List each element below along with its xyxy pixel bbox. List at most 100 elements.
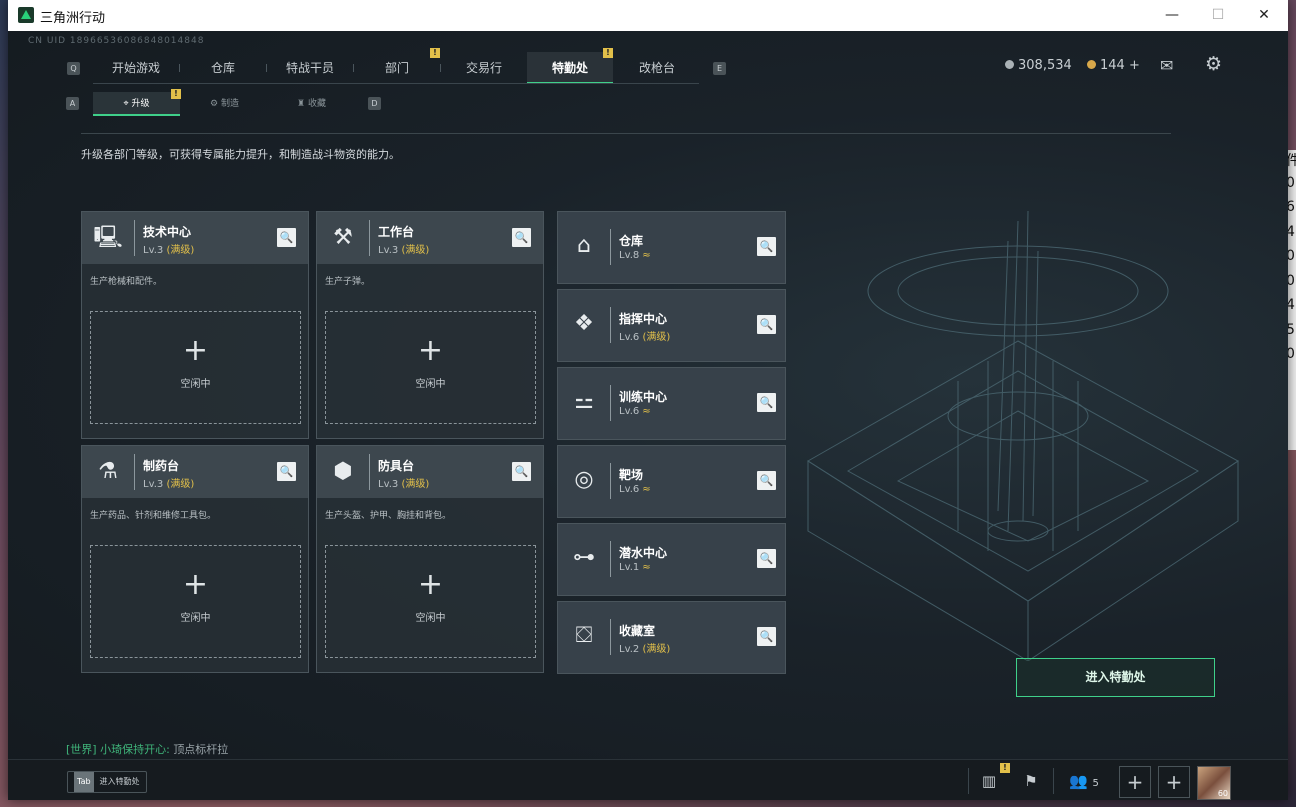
facility-level: Lv.8 ≈ bbox=[619, 250, 651, 261]
tab-trading[interactable]: 交易行 bbox=[441, 52, 527, 84]
facility-card-training-center[interactable]: ⚍ 训练中心 Lv.6 ≈ 🔍 bbox=[557, 367, 786, 440]
close-button[interactable]: ✕ bbox=[1241, 0, 1287, 31]
add-teammate-button[interactable]: + bbox=[1158, 766, 1190, 798]
tab-special-ops[interactable]: 特勤处 bbox=[527, 52, 613, 84]
maximize-button[interactable]: ☐ bbox=[1195, 0, 1241, 31]
facility-name: 技术中心 bbox=[143, 225, 192, 239]
max-level-tag: (满级) bbox=[166, 245, 195, 256]
facility-level: Lv.6 ≈ bbox=[619, 406, 651, 417]
facility-level: Lv.3 (满级) bbox=[143, 475, 194, 490]
tab-shortcut-label: 进入特勤处 bbox=[99, 777, 140, 786]
coin-icon bbox=[1005, 60, 1014, 69]
card-divider bbox=[610, 619, 611, 655]
world-chat[interactable]: [世界] 小琦保持开心: 顶点标杆拉 bbox=[66, 741, 228, 757]
flag-icon[interactable]: ⚑ bbox=[1016, 766, 1046, 796]
card-divider bbox=[610, 463, 611, 499]
nav-underline bbox=[93, 83, 699, 84]
page-description: 升级各部门等级，可获得专属能力提升，和制造战斗物资的能力。 bbox=[81, 148, 400, 161]
nav-next-key[interactable]: E bbox=[713, 62, 726, 75]
production-slot[interactable]: + 空闲中 bbox=[325, 311, 536, 424]
facility-card-diving-center[interactable]: ⊶ 潜水中心 Lv.1 ≈ 🔍 bbox=[557, 523, 786, 596]
add-teammate-button[interactable]: + bbox=[1119, 766, 1151, 798]
upgrade-available-icon: ≈ bbox=[642, 562, 651, 573]
tab-key: Tab bbox=[74, 772, 94, 792]
tab-start-game[interactable]: 开始游戏 bbox=[93, 52, 179, 84]
card-divider bbox=[610, 385, 611, 421]
facility-card-tech-center[interactable]: 🖳 技术中心 Lv.3 (满级) 🔍 生产枪械和配件。 + 空闲中 bbox=[81, 211, 309, 439]
card-divider bbox=[610, 541, 611, 577]
facility-card-command-center[interactable]: ❖ 指挥中心 Lv.6 (满级) 🔍 bbox=[557, 289, 786, 362]
search-icon[interactable]: 🔍 bbox=[277, 462, 296, 481]
tab-department[interactable]: 部门 bbox=[354, 52, 440, 84]
production-slot[interactable]: + 空闲中 bbox=[325, 545, 536, 658]
game-window: 三角洲行动 — ☐ ✕ CN UID 18966536086848014848 … bbox=[8, 0, 1288, 800]
search-icon[interactable]: 🔍 bbox=[512, 462, 531, 481]
premium-amount: 144 + bbox=[1100, 58, 1140, 73]
coin-balance: 308,534 bbox=[1005, 58, 1072, 73]
facility-card-warehouse[interactable]: ⌂ 仓库 Lv.8 ≈ 🔍 bbox=[557, 211, 786, 284]
facility-name: 工作台 bbox=[378, 225, 415, 239]
production-slot[interactable]: + 空闲中 bbox=[90, 311, 301, 424]
facility-level: Lv.2 (满级) bbox=[619, 640, 673, 655]
minimize-button[interactable]: — bbox=[1149, 0, 1195, 31]
search-icon[interactable]: 🔍 bbox=[512, 228, 531, 247]
microscope-icon: ⚗ bbox=[98, 459, 118, 484]
search-icon[interactable]: 🔍 bbox=[277, 228, 296, 247]
tab-warehouse[interactable]: 仓库 bbox=[180, 52, 266, 84]
facility-card-shooting-range[interactable]: ◎ 靶场 Lv.6 ≈ 🔍 bbox=[557, 445, 786, 518]
card-divider bbox=[369, 454, 370, 490]
facility-card-armor-bench[interactable]: ⬢ 防具台 Lv.3 (满级) 🔍 生产头盔、护甲、胸挂和背包。 + 空闲中 bbox=[316, 445, 544, 673]
subnav-prev-key[interactable]: A bbox=[66, 97, 79, 110]
plus-icon: + bbox=[417, 567, 444, 602]
premium-balance[interactable]: 144 + bbox=[1087, 58, 1140, 73]
tools-icon: ⚒ bbox=[333, 225, 353, 250]
tab-gunsmith[interactable]: 改枪台 bbox=[614, 52, 700, 84]
goggles-icon: ⊶ bbox=[573, 545, 595, 570]
coin-amount: 308,534 bbox=[1018, 58, 1072, 73]
subtab-upgrade[interactable]: ⌖ 升级 bbox=[93, 92, 180, 116]
avatar[interactable]: 60 bbox=[1197, 766, 1231, 800]
subtab-collection[interactable]: ♜ 收藏 bbox=[268, 92, 355, 116]
facility-card-pharmacy[interactable]: ⚗ 制药台 Lv.3 (满级) 🔍 生产药品、针剂和维修工具包。 + 空闲中 bbox=[81, 445, 309, 673]
max-level-tag: (满级) bbox=[401, 479, 430, 490]
facility-name: 仓库 bbox=[619, 234, 644, 248]
search-icon[interactable]: 🔍 bbox=[757, 627, 776, 646]
facility-name: 训练中心 bbox=[619, 390, 668, 404]
search-icon[interactable]: 🔍 bbox=[757, 393, 776, 412]
facility-name: 收藏室 bbox=[619, 624, 656, 638]
tab-shortcut[interactable]: Tab 进入特勤处 bbox=[67, 771, 147, 793]
production-slot[interactable]: + 空闲中 bbox=[90, 545, 301, 658]
collection-icon: ⛋ bbox=[575, 623, 593, 648]
plus-icon: + bbox=[182, 333, 209, 368]
friends-button[interactable]: 👥 5 bbox=[1064, 766, 1104, 796]
card-divider bbox=[134, 220, 135, 256]
target-icon: ◎ bbox=[574, 467, 594, 492]
friends-icon: 👥 bbox=[1069, 772, 1088, 790]
command-icon: ❖ bbox=[574, 311, 594, 336]
card-header: ⌂ 仓库 Lv.8 ≈ 🔍 bbox=[558, 212, 785, 283]
facility-name: 指挥中心 bbox=[619, 312, 668, 326]
chat-message: 顶点标杆拉 bbox=[173, 743, 229, 756]
card-header: ◎ 靶场 Lv.6 ≈ 🔍 bbox=[558, 446, 785, 517]
facility-card-collection-room[interactable]: ⛋ 收藏室 Lv.2 (满级) 🔍 bbox=[557, 601, 786, 674]
facility-card-workbench[interactable]: ⚒ 工作台 Lv.3 (满级) 🔍 生产子弹。 + 空闲中 bbox=[316, 211, 544, 439]
level-value: Lv.1 bbox=[619, 562, 640, 573]
level-value: Lv.2 bbox=[619, 644, 640, 655]
subtab-upgrade-label: 升级 bbox=[131, 99, 150, 109]
search-icon[interactable]: 🔍 bbox=[757, 315, 776, 334]
subnav-next-key[interactable]: D bbox=[368, 97, 381, 110]
search-icon[interactable]: 🔍 bbox=[757, 237, 776, 256]
subtab-craft-label: 制造 bbox=[220, 99, 239, 109]
nav-prev-key[interactable]: Q bbox=[67, 62, 80, 75]
stats-alert-badge: ! bbox=[1000, 763, 1010, 773]
search-icon[interactable]: 🔍 bbox=[757, 549, 776, 568]
card-divider bbox=[369, 220, 370, 256]
tab-operators[interactable]: 特战干员 bbox=[267, 52, 353, 84]
enter-special-ops-button[interactable]: 进入特勤处 bbox=[1016, 658, 1215, 697]
gear-icon[interactable]: ⚙ bbox=[1205, 53, 1222, 75]
mail-icon[interactable]: ✉ bbox=[1160, 56, 1173, 75]
max-level-tag: (满级) bbox=[642, 644, 671, 655]
subtab-craft[interactable]: ⚙ 制造 bbox=[181, 92, 268, 116]
search-icon[interactable]: 🔍 bbox=[757, 471, 776, 490]
card-header: ⬢ 防具台 Lv.3 (满级) 🔍 bbox=[317, 446, 543, 498]
